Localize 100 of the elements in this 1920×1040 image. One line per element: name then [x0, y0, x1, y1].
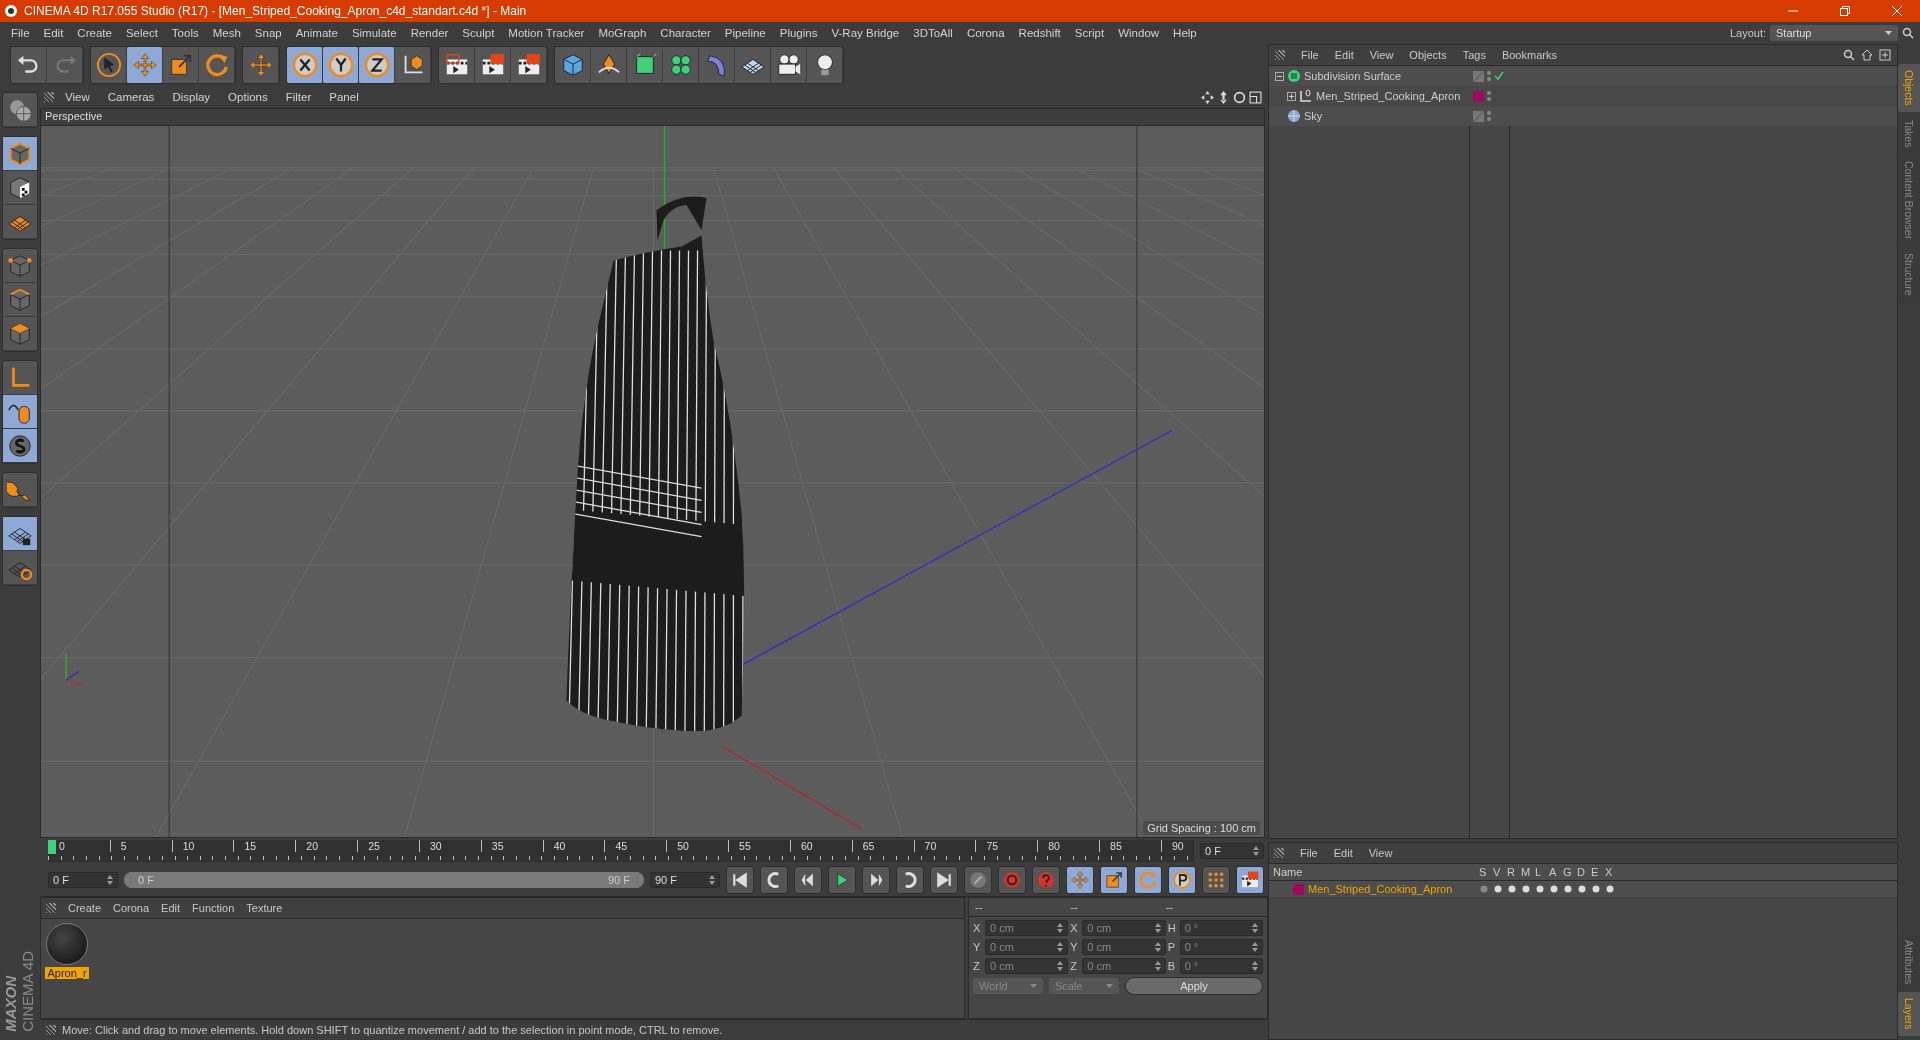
- menu-item[interactable]: Character: [653, 27, 718, 39]
- keyframe-button[interactable]: [964, 866, 992, 894]
- menu-item[interactable]: Motion Tracker: [501, 27, 592, 39]
- timeline-button[interactable]: [1236, 866, 1264, 894]
- end-frame-field[interactable]: 90 F: [650, 872, 720, 888]
- menu-item[interactable]: Options: [221, 91, 275, 103]
- model-button[interactable]: [3, 137, 37, 171]
- menu-item[interactable]: Snap: [247, 27, 289, 39]
- collapse-icon[interactable]: [1275, 71, 1284, 81]
- key-param-button[interactable]: [1168, 866, 1196, 894]
- grip-icon[interactable]: [44, 92, 54, 102]
- move-view-icon[interactable]: [1201, 90, 1214, 104]
- spinner-icon[interactable]: [1154, 961, 1161, 971]
- prev-key-button[interactable]: [760, 866, 788, 894]
- menu-item[interactable]: Tags: [1462, 49, 1486, 61]
- home-icon[interactable]: [1861, 49, 1873, 61]
- spinner-icon[interactable]: [107, 875, 113, 885]
- go-start-button[interactable]: [726, 866, 754, 894]
- menu-item[interactable]: Help: [1166, 27, 1204, 39]
- menu-item[interactable]: Plugins: [772, 27, 825, 39]
- grip-icon[interactable]: [1275, 50, 1285, 60]
- menu-item[interactable]: Create: [70, 27, 119, 39]
- axis-x-button[interactable]: [287, 47, 323, 83]
- menu-item[interactable]: View: [1369, 49, 1394, 61]
- menu-item[interactable]: Edit: [1333, 847, 1353, 859]
- menu-item[interactable]: File: [4, 27, 37, 39]
- spinner-icon[interactable]: [1057, 923, 1064, 933]
- rotation-field[interactable]: 0 °: [1179, 958, 1263, 974]
- menu-item[interactable]: V-Ray Bridge: [824, 27, 907, 39]
- grip-icon[interactable]: [1274, 848, 1284, 858]
- object-name[interactable]: Men_Striped_Cooking_Apron: [1316, 90, 1461, 102]
- material-name[interactable]: Apron_r: [45, 967, 89, 979]
- menu-item[interactable]: Panel: [322, 91, 366, 103]
- menu-item[interactable]: Corona: [959, 27, 1012, 39]
- menu-item[interactable]: Redshift: [1011, 27, 1068, 39]
- spinner-icon[interactable]: [1057, 961, 1064, 971]
- rotation-field[interactable]: 0 °: [1179, 939, 1263, 955]
- tweak-button[interactable]: [3, 395, 37, 429]
- size-field[interactable]: 0 cm: [1082, 920, 1166, 936]
- rotate-view-icon[interactable]: [1233, 90, 1246, 104]
- menu-item[interactable]: 3DToAll: [906, 27, 960, 39]
- side-tab[interactable]: Objects: [1898, 64, 1920, 112]
- playhead-marker[interactable]: [48, 840, 56, 854]
- menu-item[interactable]: File: [1300, 847, 1318, 859]
- menu-item[interactable]: Render: [403, 27, 456, 39]
- menu-item[interactable]: Texture: [246, 902, 283, 914]
- snap-button[interactable]: [3, 429, 37, 463]
- axis-y-button[interactable]: [323, 47, 359, 83]
- prev-frame-button[interactable]: [794, 866, 822, 894]
- key-scale-button[interactable]: [1100, 866, 1128, 894]
- search-icon[interactable]: [1902, 27, 1914, 39]
- side-tab[interactable]: Layers: [1898, 992, 1920, 1036]
- spinner-icon[interactable]: [709, 875, 715, 885]
- menu-item[interactable]: Display: [165, 91, 218, 103]
- move-button[interactable]: [127, 47, 163, 83]
- menu-item[interactable]: View: [1368, 847, 1393, 859]
- key-rotate-button[interactable]: [1134, 866, 1162, 894]
- menu-item[interactable]: View: [58, 91, 97, 103]
- rotation-field[interactable]: 0 °: [1179, 920, 1263, 936]
- position-field[interactable]: 0 cm: [985, 939, 1069, 955]
- autokey-button[interactable]: [1032, 866, 1060, 894]
- menu-item[interactable]: Window: [1111, 27, 1167, 39]
- key-move-button[interactable]: [1066, 866, 1094, 894]
- menu-item[interactable]: Sculpt: [455, 27, 502, 39]
- menu-item[interactable]: Tools: [164, 27, 206, 39]
- layout-dropdown[interactable]: Startup: [1770, 25, 1898, 41]
- new-panel-icon[interactable]: [1879, 49, 1891, 61]
- search-icon[interactable]: [1843, 49, 1855, 61]
- menu-item[interactable]: Simulate: [344, 27, 404, 39]
- axis-z-button[interactable]: [359, 47, 395, 83]
- object-name[interactable]: Sky: [1304, 110, 1323, 122]
- menu-item[interactable]: Mesh: [205, 27, 248, 39]
- start-frame-field[interactable]: 0 F: [48, 872, 118, 888]
- menu-item[interactable]: Select: [118, 27, 165, 39]
- layer-name[interactable]: Men_Striped_Cooking_Apron: [1308, 883, 1453, 895]
- key-points-button[interactable]: [1202, 866, 1230, 894]
- spinner-icon[interactable]: [1252, 942, 1258, 952]
- visibility-dots[interactable]: [1487, 91, 1491, 101]
- position-field[interactable]: 0 cm: [985, 920, 1069, 936]
- spinner-icon[interactable]: [1253, 846, 1259, 856]
- menu-item[interactable]: Script: [1067, 27, 1112, 39]
- spinner-icon[interactable]: [1154, 923, 1161, 933]
- visibility-dots[interactable]: [1487, 71, 1491, 81]
- layer-color-swatch[interactable]: [1293, 883, 1304, 895]
- spinner-icon[interactable]: [1154, 942, 1161, 952]
- menu-item[interactable]: Cameras: [100, 91, 162, 103]
- menu-item[interactable]: Edit: [36, 27, 71, 39]
- layer-swatch[interactable]: [1473, 90, 1484, 102]
- menu-item[interactable]: Animate: [288, 27, 345, 39]
- record-button[interactable]: [998, 866, 1026, 894]
- play-button[interactable]: [828, 866, 856, 894]
- menu-item[interactable]: Create: [68, 902, 102, 914]
- timeline-ruler[interactable]: 0 5 10 15 20 25 30 35 40 45 50 55 60 65 70 75 80 85 90: [48, 840, 1194, 862]
- visibility-dots[interactable]: [1487, 111, 1491, 121]
- menu-item[interactable]: Objects: [1409, 49, 1447, 61]
- expand-icon[interactable]: [1287, 91, 1296, 101]
- material-swatch[interactable]: [46, 923, 88, 965]
- spinner-icon[interactable]: [1252, 961, 1258, 971]
- menu-item[interactable]: File: [1301, 49, 1319, 61]
- viewport[interactable]: Perspective Grid Spacing : 100 cm: [40, 108, 1265, 838]
